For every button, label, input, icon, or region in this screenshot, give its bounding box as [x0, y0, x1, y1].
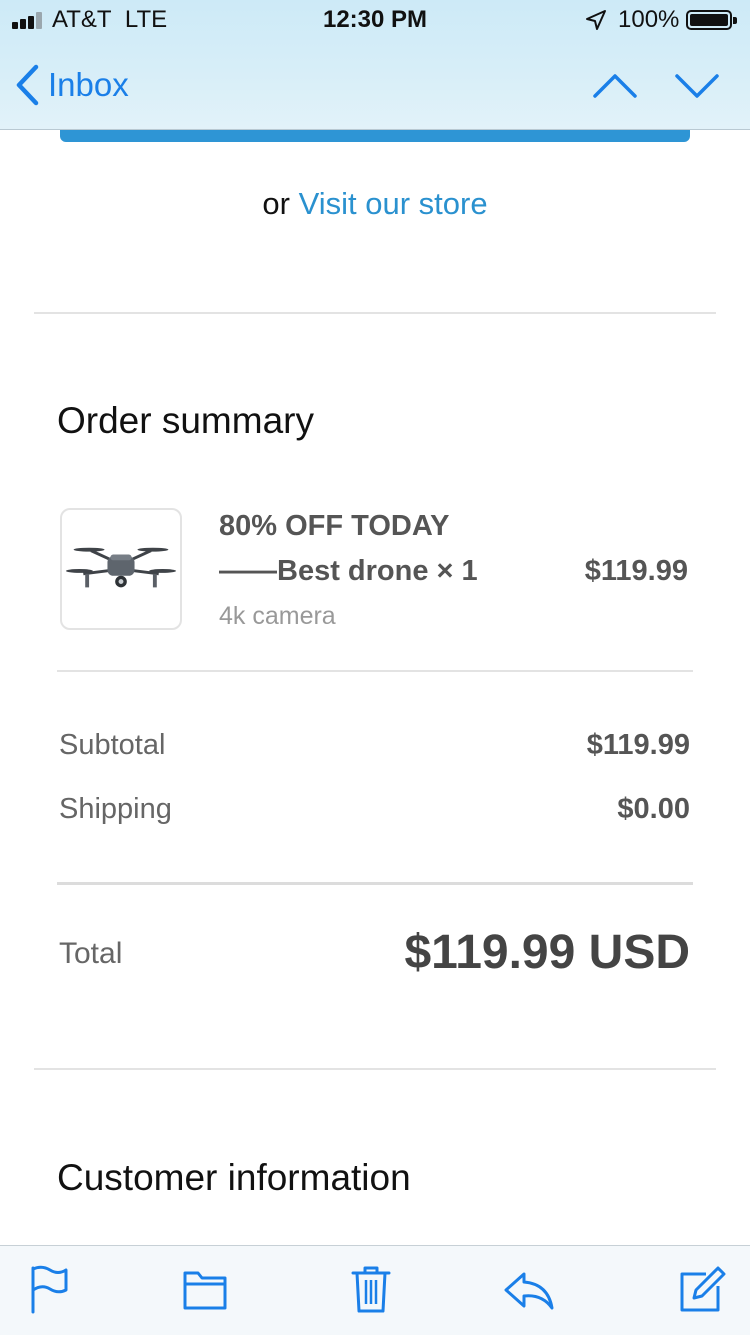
drone-icon [65, 547, 177, 588]
store-prefix: or [262, 186, 290, 221]
reply-button[interactable] [502, 1264, 556, 1314]
back-button[interactable]: Inbox [14, 64, 129, 106]
divider [57, 882, 693, 885]
bottom-toolbar [0, 1245, 750, 1335]
item-price: $119.99 [584, 555, 688, 587]
divider [34, 312, 716, 314]
battery-percent: 100% [618, 6, 680, 33]
visit-store-link[interactable]: Visit our store [299, 186, 488, 221]
order-summary-title: Order summary [57, 400, 314, 441]
product-thumbnail [60, 508, 182, 630]
status-bar: AT&T LTE 12:30 PM 100% [0, 0, 750, 40]
trash-icon [351, 1266, 391, 1313]
total-label: Total [59, 937, 123, 970]
divider [57, 670, 693, 672]
customer-information-title: Customer information [57, 1157, 411, 1198]
store-line: or Visit our store [0, 186, 750, 222]
flag-button[interactable] [28, 1264, 70, 1314]
nav-bar: Inbox [0, 40, 750, 129]
shipping-label: Shipping [59, 793, 172, 825]
folder-icon [183, 1271, 227, 1310]
battery-icon [686, 10, 737, 30]
compose-button[interactable] [678, 1264, 726, 1314]
shipping-value: $0.00 [617, 793, 690, 825]
top-bar: AT&T LTE 12:30 PM 100% Inbox [0, 0, 750, 130]
trash-button[interactable] [350, 1264, 392, 1314]
item-title: 80% OFF TODAY [219, 510, 450, 542]
email-body: or Visit our store Order summary 80% OFF… [0, 0, 750, 1334]
move-folder-button[interactable] [182, 1264, 228, 1314]
chevron-left-icon [16, 64, 39, 106]
chevron-up-icon[interactable] [592, 68, 638, 102]
item-variant: 4k camera [219, 602, 336, 630]
location-arrow-icon [586, 10, 606, 30]
reply-icon [504, 1272, 554, 1310]
flag-icon [31, 1265, 68, 1314]
subtotal-value: $119.99 [586, 729, 690, 761]
compose-icon [680, 1266, 726, 1312]
chevron-down-icon[interactable] [674, 68, 720, 102]
total-value: $119.99 USD [404, 926, 690, 979]
subtotal-label: Subtotal [59, 729, 166, 761]
divider [34, 1068, 716, 1070]
back-label: Inbox [48, 66, 129, 103]
item-name: ——Best drone × 1 [219, 555, 478, 587]
